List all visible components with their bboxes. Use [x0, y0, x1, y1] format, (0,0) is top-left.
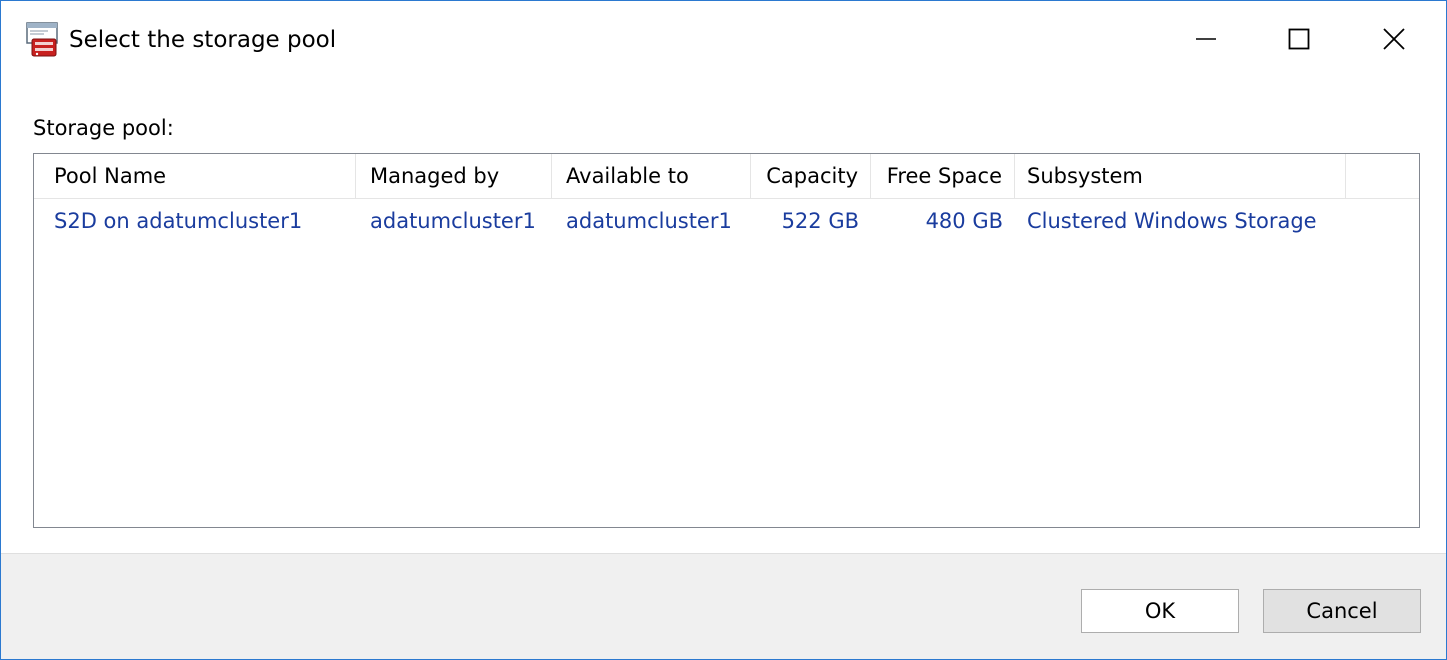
column-header-free-space[interactable]: Free Space — [871, 154, 1015, 198]
storage-pool-icon — [26, 22, 60, 58]
minimize-button[interactable] — [1171, 11, 1241, 71]
maximize-button[interactable] — [1264, 11, 1334, 71]
maximize-icon — [1288, 28, 1310, 54]
column-header-available-to[interactable]: Available to — [552, 154, 751, 198]
storage-pool-list[interactable]: Pool Name Managed by Available to Capaci… — [33, 153, 1420, 528]
list-header: Pool Name Managed by Available to Capaci… — [34, 154, 1419, 199]
title-bar[interactable]: Select the storage pool — [1, 1, 1446, 85]
cell-pool-name: S2D on adatumcluster1 — [54, 209, 303, 233]
cell-capacity: 522 GB — [781, 209, 859, 233]
column-header-filler — [1346, 154, 1419, 198]
dialog-footer: OK Cancel — [1, 553, 1446, 659]
dialog-window: Select the storage pool Storage pool: Po… — [0, 0, 1447, 660]
column-header-pool-name[interactable]: Pool Name — [34, 154, 356, 198]
column-header-subsystem[interactable]: Subsystem — [1015, 154, 1346, 198]
table-row[interactable]: S2D on adatumcluster1 adatumcluster1 ada… — [34, 199, 1419, 243]
column-header-capacity[interactable]: Capacity — [751, 154, 871, 198]
close-button[interactable] — [1359, 11, 1429, 71]
cell-available-to: adatumcluster1 — [566, 209, 732, 233]
window-title: Select the storage pool — [69, 27, 337, 53]
ok-button[interactable]: OK — [1081, 589, 1239, 633]
cancel-button[interactable]: Cancel — [1263, 589, 1421, 633]
close-icon — [1383, 28, 1405, 54]
cell-free-space: 480 GB — [925, 209, 1003, 233]
cell-managed-by: adatumcluster1 — [370, 209, 536, 233]
minimize-icon — [1195, 28, 1217, 54]
column-header-managed-by[interactable]: Managed by — [356, 154, 552, 198]
storage-pool-label: Storage pool: — [33, 116, 174, 140]
cell-subsystem: Clustered Windows Storage — [1027, 209, 1317, 233]
